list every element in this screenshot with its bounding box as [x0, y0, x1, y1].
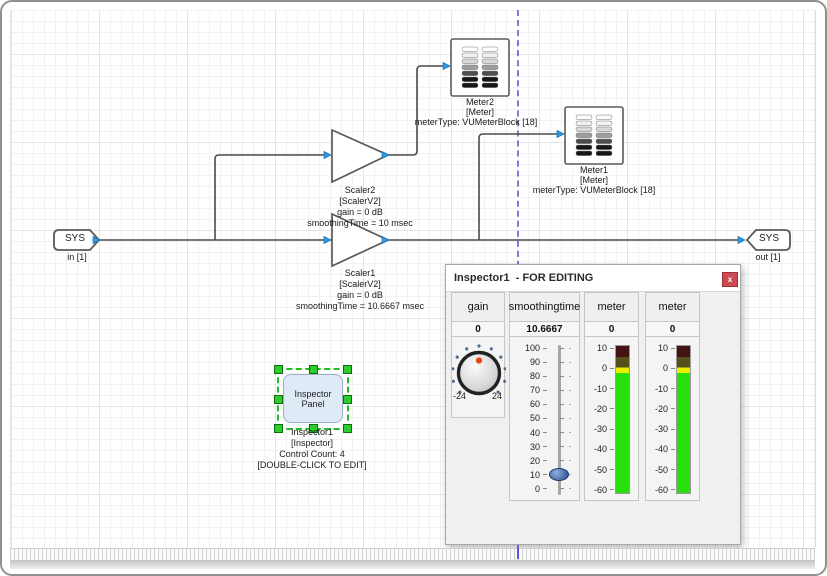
scale-label: -20: [648, 404, 668, 414]
scale-label: -50: [587, 465, 607, 475]
scaler1-type: [ScalerV2]: [339, 279, 381, 290]
selection-handle[interactable]: [309, 365, 318, 374]
meter1-block[interactable]: [565, 107, 623, 164]
meter-scale: 10 0 -10 -20 -30 -40 -50 -60: [587, 343, 614, 495]
app-window: SYS in [1] SYS out [1] Meter2 [Meter] me…: [0, 0, 827, 576]
meter-bar: [615, 345, 630, 494]
selection-handle[interactable]: [274, 424, 283, 433]
scale-label: 10: [587, 343, 607, 353]
scaler1-smoothing: smoothingTime = 10.6667 msec: [296, 301, 424, 312]
scaler2-gain: gain = 0 dB: [337, 207, 383, 218]
scale-label: 60: [514, 399, 540, 409]
close-icon: x: [728, 276, 732, 284]
scaler1-gain: gain = 0 dB: [337, 290, 383, 301]
gain-knob-panel: -24 24: [451, 337, 505, 418]
scaler2-type: [ScalerV2]: [339, 196, 381, 207]
inspector-block-control-count: Control Count: 4: [279, 449, 345, 460]
gain-knob[interactable]: [452, 337, 506, 417]
meter-scale: 10 0 -10 -20 -30 -40 -50 -60: [648, 343, 675, 495]
inspector-panel-block[interactable]: Inspector Panel: [283, 374, 343, 423]
gain-value[interactable]: 0: [451, 322, 505, 337]
smoothingtime-value[interactable]: 10.6667: [509, 322, 580, 337]
scale-label: 80: [514, 371, 540, 381]
scale-label: 10: [514, 470, 540, 480]
scale-label: 100: [514, 343, 540, 353]
selection-handle[interactable]: [274, 395, 283, 404]
meter2-block[interactable]: [451, 39, 509, 96]
inspector-block-type: [Inspector]: [291, 438, 333, 449]
scale-label: -50: [648, 465, 668, 475]
scale-label: -40: [648, 444, 668, 454]
scale-label: -60: [587, 485, 607, 495]
inspector-panel-line2: Panel: [301, 399, 324, 409]
column-gain: gain 0 -24 24: [451, 292, 505, 418]
knob-indicator-dot: [476, 357, 482, 363]
selection-handle[interactable]: [343, 424, 352, 433]
gain-max-label: 24: [492, 391, 502, 401]
scale-label: -10: [648, 384, 668, 394]
scaler2-name: Scaler2: [345, 185, 376, 196]
gain-header: gain: [451, 292, 505, 322]
scale-label: -40: [587, 444, 607, 454]
scale-label: 30: [514, 442, 540, 452]
meter-b-value: 0: [645, 322, 700, 337]
scale-label: -10: [587, 384, 607, 394]
sys-out-port-label: out [1]: [755, 252, 780, 263]
page-shadow: [10, 560, 815, 569]
column-meter-a: meter 0 10 0 -10 -20 -30 -40 -50 -60: [584, 292, 639, 501]
scale-label: 50: [514, 413, 540, 423]
wire-scaler2-to-meter2[interactable]: [388, 66, 443, 155]
smoothingtime-slider-panel: 100 90 80 70 60 50 40 30 20 10 0: [509, 337, 580, 501]
meter2-metertype: meterType: VUMeterBlock [18]: [415, 117, 538, 128]
meter-a-value: 0: [584, 322, 639, 337]
horizontal-ruler[interactable]: [10, 548, 815, 560]
scale-label: -20: [587, 404, 607, 414]
meter-b-panel: 10 0 -10 -20 -30 -40 -50 -60: [645, 337, 700, 501]
inspector-window-title: Inspector1 - FOR EDITING: [446, 272, 593, 284]
sys-out-title: SYS: [759, 233, 779, 244]
meter-b-header: meter: [645, 292, 700, 322]
scale-label: 0: [514, 484, 540, 494]
selection-handle[interactable]: [274, 365, 283, 374]
selection-handle[interactable]: [343, 395, 352, 404]
gain-min-label: -24: [453, 391, 466, 401]
scale-label: 70: [514, 385, 540, 395]
column-smoothingtime: smoothingtime 10.6667 100 90 80 70 60 50…: [509, 292, 580, 501]
close-button[interactable]: x: [722, 272, 738, 287]
inspector-panel-line1: Inspector: [294, 389, 331, 399]
scaler1-name: Scaler1: [345, 268, 376, 279]
sys-in-title: SYS: [65, 233, 85, 244]
scale-label: -60: [648, 485, 668, 495]
slider-thumb[interactable]: [549, 468, 569, 481]
scale-label: 90: [514, 357, 540, 367]
selection-handle[interactable]: [343, 365, 352, 374]
ruler-page-break-mark: [517, 548, 519, 559]
inspector-block-hint: [DOUBLE-CLICK TO EDIT]: [257, 460, 366, 471]
scale-label: 20: [514, 456, 540, 466]
inspector-window-titlebar[interactable]: Inspector1 - FOR EDITING: [446, 265, 740, 292]
inspector-block-name: Inspector1: [291, 427, 333, 438]
column-meter-b: meter 0 10 0 -10 -20 -30 -40 -50 -60: [645, 292, 700, 501]
scale-label: 0: [587, 363, 607, 373]
scaler2-block[interactable]: [332, 130, 388, 182]
meter-bar: [676, 345, 691, 494]
scale-label: -30: [648, 424, 668, 434]
scale-label: 0: [648, 363, 668, 373]
connection-arrow-icon: [93, 63, 745, 244]
scale-label: 10: [648, 343, 668, 353]
meter1-metertype: meterType: VUMeterBlock [18]: [533, 185, 656, 196]
inspector-window: Inspector1 - FOR EDITING x gain 0: [445, 264, 741, 545]
scale-label: 40: [514, 428, 540, 438]
sys-in-port-label: in [1]: [67, 252, 87, 263]
smoothingtime-header: smoothingtime: [509, 292, 580, 322]
meter-a-header: meter: [584, 292, 639, 322]
scaler2-smoothing: smoothingTime = 10 msec: [307, 218, 412, 229]
meter-a-panel: 10 0 -10 -20 -30 -40 -50 -60: [584, 337, 639, 501]
scale-label: -30: [587, 424, 607, 434]
